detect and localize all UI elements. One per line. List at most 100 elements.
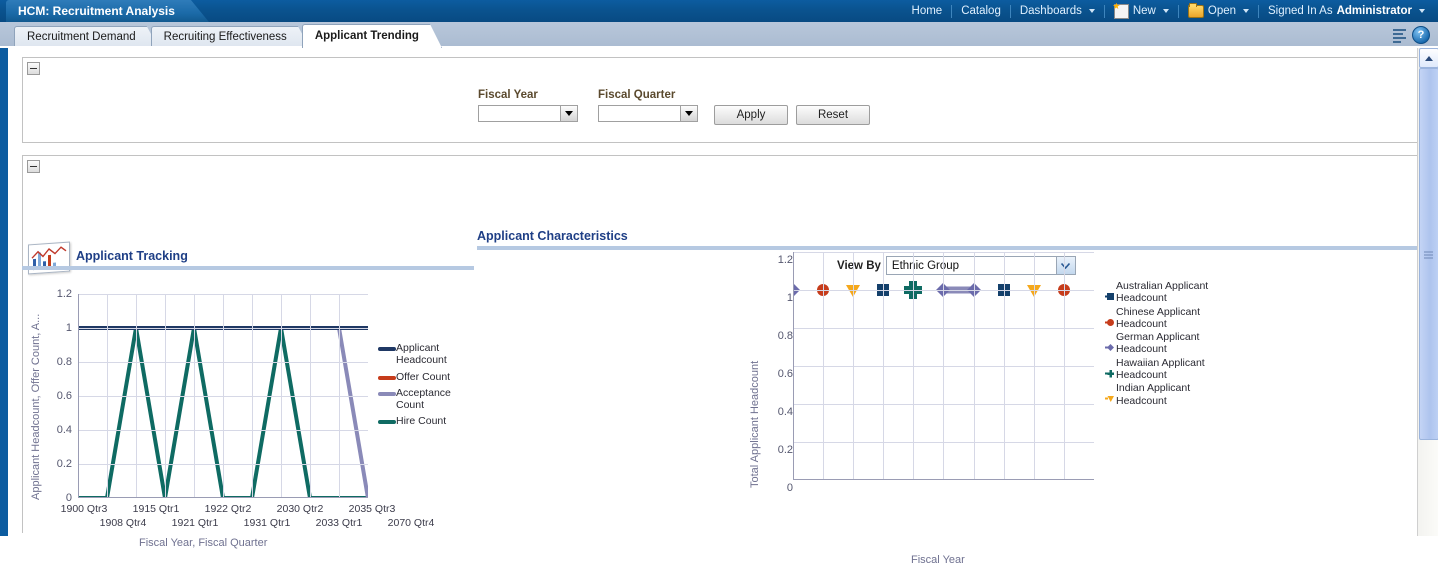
nav-catalog[interactable]: Catalog <box>952 5 1010 17</box>
legend-label: Hawaiian Applicant Headcount <box>1116 356 1205 382</box>
fiscal-quarter-label: Fiscal Quarter <box>598 89 676 101</box>
nav-dashboards[interactable]: Dashboards <box>1011 5 1104 17</box>
collapse-prompt-section-button[interactable] <box>27 62 40 75</box>
y-tick: 0.6 <box>56 390 72 402</box>
y-tick: 1 <box>65 322 72 334</box>
apply-button[interactable]: Apply <box>714 105 788 125</box>
fiscal-year-select[interactable] <box>478 105 578 122</box>
y-tick: 1.2 <box>56 288 72 300</box>
dashboard-toolbar: ? <box>1392 26 1430 44</box>
application-title-tab: HCM: Recruitment Analysis <box>6 0 209 22</box>
legend-label: Hire Count <box>396 415 447 428</box>
applicant-characteristics-title: Applicant Characteristics <box>477 229 628 243</box>
help-glyph: ? <box>1417 28 1425 41</box>
y-tick: 0.2 <box>56 458 72 470</box>
prompt-buttons: Apply Reset <box>714 105 870 125</box>
hawaiian-marker-icon <box>1105 369 1114 378</box>
signed-in-as-label: Signed In As <box>1268 5 1333 17</box>
nav-dashboards-label: Dashboards <box>1019 5 1082 17</box>
nav-open[interactable]: Open <box>1179 2 1258 18</box>
y-tick: 0.8 <box>777 330 793 342</box>
right-chart-y-axis-title: Total Applicant Headcount <box>749 360 761 488</box>
fiscal-year-value <box>479 106 560 121</box>
fiscal-year-label: Fiscal Year <box>478 89 538 101</box>
fiscal-year-prompt: Fiscal Year <box>478 89 578 122</box>
fiscal-quarter-select[interactable] <box>598 105 698 122</box>
legend-item[interactable]: Hire Count <box>378 415 473 427</box>
legend-item[interactable]: German Applicant Headcount <box>1105 331 1215 356</box>
acceptance-count-swatch-icon <box>378 388 396 399</box>
australian-marker-icon <box>1105 293 1114 300</box>
scrollbar-grip-icon <box>1424 250 1433 259</box>
legend-label: Australian Applicant Headcount <box>1116 280 1209 305</box>
new-icon <box>1113 3 1129 19</box>
right-chart-y-ticks: 1.2 1 0.8 0.6 0.4 0.2 0 <box>763 248 793 498</box>
y-tick: 1.2 <box>777 254 793 266</box>
y-tick: 0.6 <box>777 368 793 380</box>
collapse-reports-section-button[interactable] <box>27 160 40 173</box>
current-user-name: Administrator <box>1336 5 1412 17</box>
y-tick: 0 <box>786 482 793 494</box>
x-tick: 2035 Qtr3 <box>348 503 396 515</box>
nav-home-label: Home <box>911 5 943 17</box>
application-title: HCM: Recruitment Analysis <box>18 4 175 18</box>
left-chart-legend: Applicant Headcount Offer Count Acceptan… <box>378 342 473 432</box>
x-tick: 1921 Qtr1 <box>171 517 219 529</box>
prompt-section: Fiscal Year Fiscal Quarter Apply Reset <box>22 57 1418 143</box>
left-chart-y-ticks: 1.2 1 0.8 0.6 0.4 0.2 0 <box>42 280 72 504</box>
tab-applicant-trending[interactable]: Applicant Trending <box>302 24 442 48</box>
chevron-down-icon <box>1162 9 1169 13</box>
fiscal-quarter-dropdown-arrow[interactable] <box>680 106 697 121</box>
applicant-headcount-swatch-icon <box>378 343 396 354</box>
folder-icon <box>1187 2 1204 18</box>
y-tick: 0.2 <box>777 444 793 456</box>
legend-item[interactable]: Offer Count <box>378 371 473 383</box>
scroll-up-button[interactable] <box>1419 48 1438 68</box>
nav-new[interactable]: New <box>1105 3 1178 19</box>
y-tick: 0.4 <box>56 424 72 436</box>
fiscal-year-dropdown-arrow[interactable] <box>560 106 577 121</box>
legend-label: Applicant Headcount <box>396 342 447 367</box>
chevron-down-icon <box>1243 9 1250 13</box>
legend-item[interactable]: Acceptance Count <box>378 387 473 412</box>
dashboard-tabs: Recruitment Demand Recruiting Effectiven… <box>14 22 434 48</box>
offer-count-swatch-icon <box>378 372 396 383</box>
scrollbar-thumb[interactable] <box>1419 68 1438 440</box>
chevron-down-icon <box>1419 9 1425 13</box>
tab-recruiting-effectiveness[interactable]: Recruiting Effectiveness <box>151 26 310 48</box>
x-tick: 1931 Qtr1 <box>243 517 291 529</box>
tab-recruitment-demand[interactable]: Recruitment Demand <box>14 26 159 48</box>
right-report-rule <box>477 246 1418 250</box>
dashboard-body: Fiscal Year Fiscal Quarter Apply Reset A… <box>0 48 1418 566</box>
legend-item[interactable]: Hawaiian Applicant Headcount <box>1105 357 1215 382</box>
nav-home[interactable]: Home <box>903 5 952 17</box>
page-options-icon[interactable] <box>1392 28 1409 43</box>
help-icon[interactable]: ? <box>1412 26 1430 44</box>
left-chart-x-axis-title: Fiscal Year, Fiscal Quarter <box>139 537 268 549</box>
nav-new-label: New <box>1132 5 1156 17</box>
dashboard-tab-bar: Recruitment Demand Recruiting Effectiven… <box>0 22 1438 48</box>
legend-item[interactable]: Australian Applicant Headcount <box>1105 280 1215 305</box>
legend-item[interactable]: Indian Applicant Headcount <box>1105 382 1215 407</box>
right-chart-x-axis-title: Fiscal Year <box>911 554 965 566</box>
x-tick: 1922 Qtr2 <box>204 503 252 515</box>
fiscal-quarter-prompt: Fiscal Quarter <box>598 89 698 122</box>
reset-button[interactable]: Reset <box>796 105 870 125</box>
x-tick: 1908 Qtr4 <box>99 517 147 529</box>
legend-item[interactable]: Chinese Applicant Headcount <box>1105 306 1215 331</box>
nav-signed-in-as[interactable]: Signed In As Administrator <box>1259 5 1434 17</box>
legend-label: Acceptance Count <box>396 386 451 412</box>
legend-item[interactable]: Applicant Headcount <box>378 342 473 367</box>
tab-label: Applicant Trending <box>314 30 419 42</box>
global-navigation: Home Catalog Dashboards New Open Signed … <box>903 0 1434 22</box>
left-report-rule <box>22 266 474 270</box>
y-tick: 0.4 <box>777 406 793 418</box>
fiscal-quarter-value <box>599 106 680 121</box>
dashboard-page: HCM: Recruitment Analysis Home Catalog D… <box>0 0 1438 566</box>
left-chart-plot-area <box>78 294 368 498</box>
x-tick: 1900 Qtr3 <box>60 503 108 515</box>
vertical-scrollbar[interactable] <box>1417 48 1438 536</box>
nav-catalog-label: Catalog <box>961 5 1001 17</box>
nav-open-label: Open <box>1207 5 1237 17</box>
legend-label: Indian Applicant Headcount <box>1116 382 1191 407</box>
